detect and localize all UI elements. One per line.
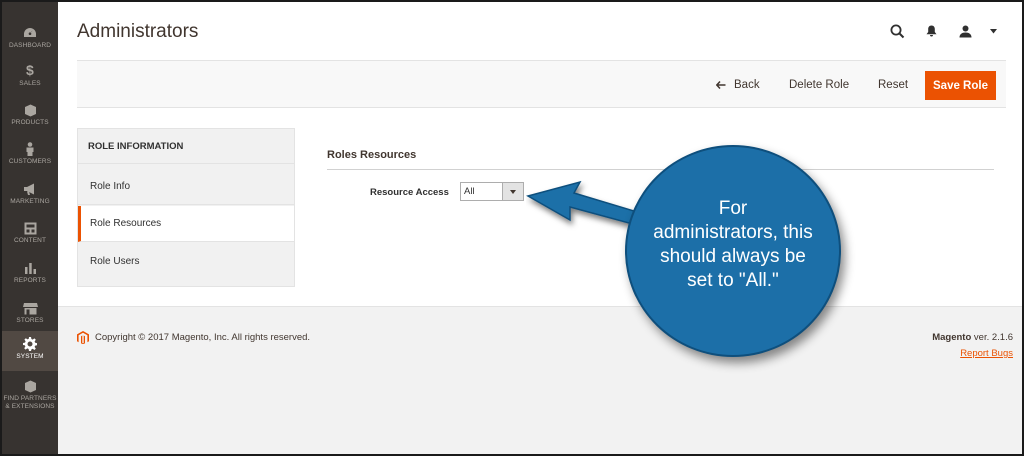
- role-information-tabs: ROLE INFORMATION Role Info Role Resource…: [77, 128, 295, 287]
- bar-chart-icon: [24, 261, 37, 275]
- sidebar-item-label: SALES: [19, 80, 41, 87]
- sidebar-item-sales[interactable]: $ SALES: [2, 60, 58, 100]
- bell-icon[interactable]: [914, 20, 948, 42]
- sidebar-item-label-line2: & EXTENSIONS: [5, 402, 55, 410]
- save-role-button[interactable]: Save Role: [925, 71, 996, 100]
- tab-role-info[interactable]: Role Info: [78, 169, 294, 205]
- magento-logo-icon: [77, 331, 89, 344]
- sidebar-item-content[interactable]: CONTENT: [2, 217, 58, 257]
- sidebar-item-label: STORES: [16, 317, 44, 324]
- sidebar-item-find-partners[interactable]: FIND PARTNERS & EXTENSIONS: [2, 375, 58, 421]
- tab-label: Role Users: [90, 255, 140, 267]
- select-caret-icon: [502, 183, 523, 200]
- sidebar-item-marketing[interactable]: MARKETING: [2, 178, 58, 218]
- resource-access-value: All: [464, 186, 475, 197]
- resource-access-select[interactable]: All: [460, 182, 524, 201]
- dropdown-caret-icon[interactable]: [982, 20, 1004, 42]
- admin-sidebar: DASHBOARD $ SALES PRODUCTS CUSTOMERS MAR…: [2, 2, 58, 454]
- copyright-text: Copyright © 2017 Magento, Inc. All right…: [95, 332, 311, 343]
- section-title: Roles Resources: [327, 149, 417, 161]
- sidebar-item-reports[interactable]: REPORTS: [2, 257, 58, 297]
- person-icon: [25, 142, 35, 156]
- callout-line: For: [718, 198, 748, 219]
- callout-bubble: For administrators, this should always b…: [625, 145, 841, 357]
- sidebar-item-label-line1: FIND PARTNERS: [3, 395, 57, 402]
- gear-icon: [23, 337, 37, 351]
- delete-role-label: Delete Role: [789, 79, 850, 91]
- version-number: ver. 2.1.6: [973, 332, 1013, 343]
- brand-name: Magento: [932, 332, 972, 343]
- dollar-icon: $: [26, 62, 34, 79]
- tabs-title: ROLE INFORMATION: [78, 129, 294, 164]
- dashboard-icon: [23, 26, 37, 40]
- search-icon[interactable]: [880, 20, 914, 42]
- page-title: Administrators: [77, 21, 199, 42]
- sidebar-item-label: SYSTEM: [16, 353, 44, 360]
- sidebar-item-label: CONTENT: [13, 237, 47, 244]
- layout-icon: [24, 221, 37, 235]
- callout-line: administrators, this: [653, 222, 813, 243]
- sidebar-item-label: PRODUCTS: [11, 119, 49, 126]
- tab-label: Role Info: [90, 181, 131, 192]
- back-button[interactable]: Back: [716, 72, 760, 98]
- page-footer: Copyright © 2017 Magento, Inc. All right…: [58, 306, 1022, 454]
- user-icon[interactable]: [948, 20, 982, 42]
- page-actions-bar: Back Delete Role Reset Save Role: [77, 60, 1006, 108]
- save-role-label: Save Role: [933, 79, 988, 92]
- sidebar-item-customers[interactable]: CUSTOMERS: [2, 138, 58, 178]
- resource-access-label: Resource Access: [370, 187, 449, 198]
- callout-line: should always be: [660, 246, 806, 267]
- sidebar-item-system[interactable]: SYSTEM: [2, 331, 58, 371]
- callout-text: For administrators, this should always b…: [625, 197, 841, 293]
- sidebar-item-label: DASHBOARD: [8, 42, 52, 49]
- box-icon: [24, 103, 37, 117]
- report-bugs-link[interactable]: Report Bugs: [960, 348, 1013, 359]
- cube-icon: [24, 379, 37, 393]
- callout-line: set to "All.": [687, 270, 779, 291]
- reset-label: Reset: [878, 79, 909, 91]
- arrow-left-icon: [716, 81, 726, 89]
- sidebar-item-label: MARKETING: [10, 198, 50, 205]
- version-info: Magento ver. 2.1.6: [932, 332, 1013, 343]
- megaphone-icon: [23, 182, 38, 196]
- tab-role-users[interactable]: Role Users: [78, 243, 294, 279]
- sidebar-item-label: REPORTS: [13, 277, 46, 284]
- tab-role-resources[interactable]: Role Resources: [78, 206, 294, 242]
- sidebar-item-dashboard[interactable]: DASHBOARD: [2, 22, 58, 62]
- storefront-icon: [22, 301, 38, 315]
- sidebar-item-products[interactable]: PRODUCTS: [2, 99, 58, 139]
- tab-label: Role Resources: [90, 218, 162, 229]
- header-actions: [880, 20, 1004, 42]
- delete-role-button[interactable]: Delete Role: [789, 72, 849, 98]
- sidebar-item-label: CUSTOMERS: [8, 158, 52, 165]
- copyright: Copyright © 2017 Magento, Inc. All right…: [77, 331, 310, 344]
- back-label: Back: [734, 79, 760, 91]
- reset-button[interactable]: Reset: [878, 72, 908, 98]
